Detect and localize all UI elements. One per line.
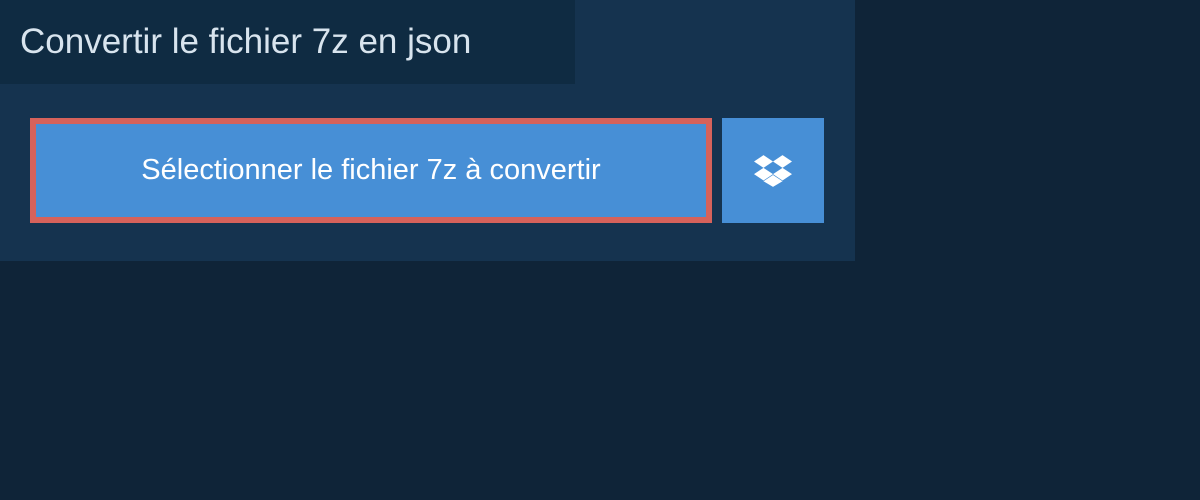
select-file-button[interactable]: Sélectionner le fichier 7z à convertir <box>30 118 712 223</box>
heading-bar: Convertir le fichier 7z en json <box>0 0 575 84</box>
dropbox-button[interactable] <box>722 118 824 223</box>
converter-panel: Convertir le fichier 7z en json Sélectio… <box>0 0 855 261</box>
select-file-label: Sélectionner le fichier 7z à convertir <box>141 154 600 187</box>
dropbox-icon <box>754 152 792 190</box>
page-title: Convertir le fichier 7z en json <box>20 22 471 61</box>
button-row: Sélectionner le fichier 7z à convertir <box>0 84 855 261</box>
